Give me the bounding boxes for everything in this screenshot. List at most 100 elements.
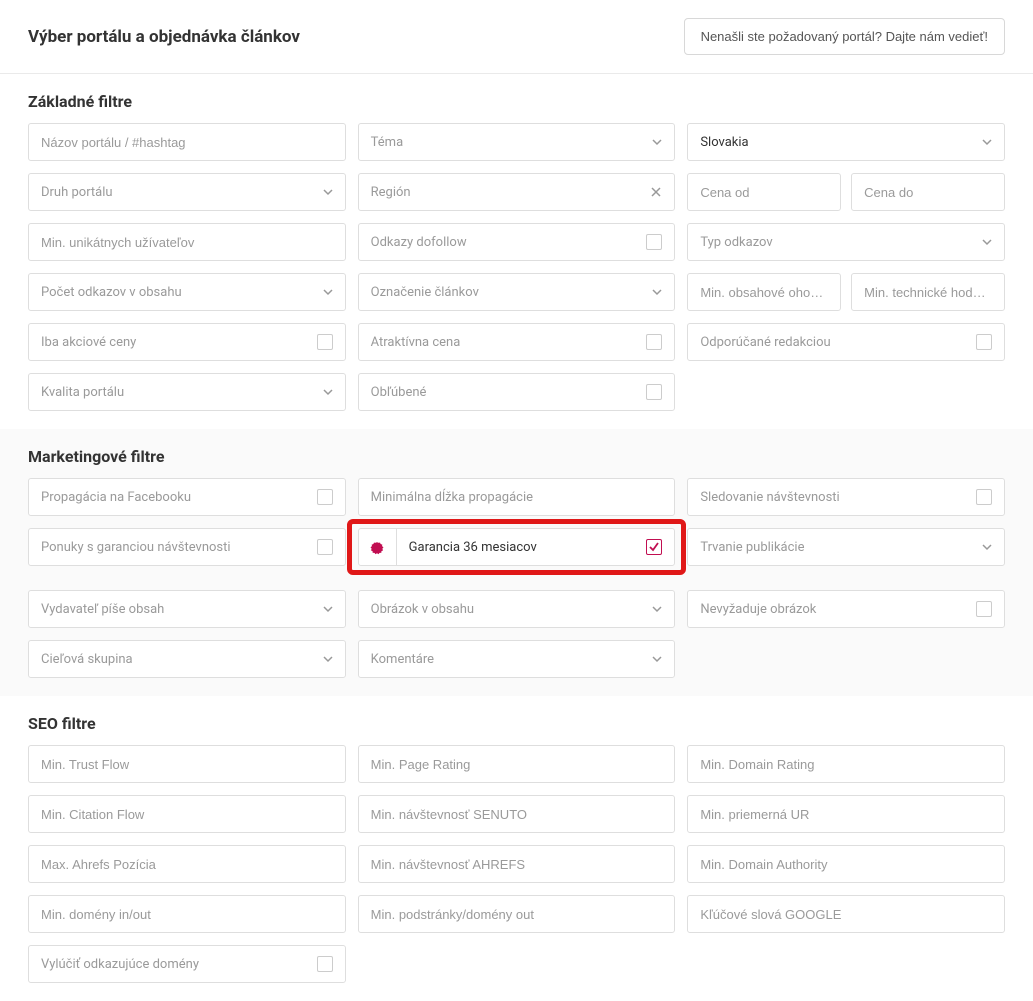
publisher-writes-select[interactable]: Vydavateľ píše obsah xyxy=(28,590,346,628)
min-pr-input[interactable] xyxy=(371,757,663,772)
min-dr-input-wrap[interactable] xyxy=(687,745,1005,783)
price-from-input-wrap[interactable] xyxy=(687,173,841,211)
seo-filters-section: SEO filtre Vylúčiť odkazujúce domény xyxy=(0,696,1033,1001)
fb-promo-toggle[interactable]: Propagácia na Facebooku xyxy=(28,478,346,516)
portal-type-select[interactable]: Druh portálu xyxy=(28,173,346,211)
min-senuto-input[interactable] xyxy=(371,807,663,822)
min-dr-input[interactable] xyxy=(700,757,992,772)
track-visits-toggle[interactable]: Sledovanie návštevnosti xyxy=(687,478,1005,516)
chevron-down-icon xyxy=(652,287,662,297)
min-unique-users-input[interactable] xyxy=(41,235,333,250)
checkbox-icon[interactable] xyxy=(646,334,662,350)
recommended-toggle[interactable]: Odporúčané redakciou xyxy=(687,323,1005,361)
min-da-input[interactable] xyxy=(700,857,992,872)
target-group-select[interactable]: Cieľová skupina xyxy=(28,640,346,678)
attractive-label: Atraktívna cena xyxy=(371,335,461,350)
link-count-select[interactable]: Počet odkazov v obsahu xyxy=(28,273,346,311)
portal-name-input[interactable] xyxy=(41,135,333,150)
target-group-label: Cieľová skupina xyxy=(41,652,133,667)
chevron-down-icon xyxy=(652,654,662,664)
min-tf-input-wrap[interactable] xyxy=(28,745,346,783)
close-icon[interactable] xyxy=(650,186,662,198)
region-select[interactable]: Región xyxy=(358,173,676,211)
badge-icon xyxy=(370,540,384,554)
google-kw-input[interactable] xyxy=(700,907,992,922)
article-mark-select[interactable]: Označenie článkov xyxy=(358,273,676,311)
link-count-label: Počet odkazov v obsahu xyxy=(41,285,182,300)
checkbox-icon[interactable] xyxy=(646,539,662,555)
min-unique-users-input-wrap[interactable] xyxy=(28,223,346,261)
region-label: Región xyxy=(371,185,411,200)
checkbox-icon[interactable] xyxy=(976,489,992,505)
checkbox-icon[interactable] xyxy=(317,489,333,505)
checkbox-icon[interactable] xyxy=(317,956,333,972)
checkbox-icon[interactable] xyxy=(976,334,992,350)
links-dofollow-toggle[interactable]: Odkazy dofollow xyxy=(358,223,676,261)
min-content-rating-input-wrap[interactable] xyxy=(687,273,841,311)
marketing-filters-title: Marketingové filtre xyxy=(28,447,1005,466)
min-cf-input-wrap[interactable] xyxy=(28,795,346,833)
google-kw-input-wrap[interactable] xyxy=(687,895,1005,933)
sale-only-toggle[interactable]: Iba akciové ceny xyxy=(28,323,346,361)
theme-label: Téma xyxy=(371,135,404,150)
exclude-domains-toggle[interactable]: Vylúčiť odkazujúce domény xyxy=(28,945,346,983)
pub-duration-select[interactable]: Trvanie publikácie xyxy=(687,528,1005,566)
theme-select[interactable]: Téma xyxy=(358,123,676,161)
price-to-input[interactable] xyxy=(864,185,992,200)
min-da-input-wrap[interactable] xyxy=(687,845,1005,883)
link-types-label: Typ odkazov xyxy=(700,235,772,250)
min-content-rating-input[interactable] xyxy=(700,285,828,300)
checkbox-icon[interactable] xyxy=(317,539,333,555)
links-dofollow-label: Odkazy dofollow xyxy=(371,235,467,250)
chevron-down-icon xyxy=(982,137,992,147)
page-title: Výber portálu a objednávka článkov xyxy=(28,27,300,47)
guarantee-36-highlight: Garancia 36 mesiacov xyxy=(347,519,687,575)
no-image-required-toggle[interactable]: Nevyžaduje obrázok xyxy=(687,590,1005,628)
min-tech-rating-input-wrap[interactable] xyxy=(851,273,1005,311)
price-to-input-wrap[interactable] xyxy=(851,173,1005,211)
min-ahrefs-visits-input-wrap[interactable] xyxy=(358,845,676,883)
min-pr-input-wrap[interactable] xyxy=(358,745,676,783)
checkbox-icon[interactable] xyxy=(646,234,662,250)
chevron-down-icon xyxy=(323,187,333,197)
min-cf-input[interactable] xyxy=(41,807,333,822)
min-subdom-input[interactable] xyxy=(371,907,663,922)
min-subdom-input-wrap[interactable] xyxy=(358,895,676,933)
portal-name-input-wrap[interactable] xyxy=(28,123,346,161)
country-select[interactable]: Slovakia xyxy=(687,123,1005,161)
chevron-down-icon xyxy=(652,604,662,614)
min-ur-input[interactable] xyxy=(700,807,992,822)
link-types-select[interactable]: Typ odkazov xyxy=(687,223,1005,261)
chevron-down-icon xyxy=(323,387,333,397)
min-dom-inout-input-wrap[interactable] xyxy=(28,895,346,933)
max-ahrefs-input-wrap[interactable] xyxy=(28,845,346,883)
min-dom-inout-input[interactable] xyxy=(41,907,333,922)
min-promo-length-select[interactable]: Minimálna dĺžka propagácie xyxy=(358,478,676,516)
attractive-toggle[interactable]: Atraktívna cena xyxy=(358,323,676,361)
guarantee-offers-label: Ponuky s garanciou návštevnosti xyxy=(41,540,231,555)
exclude-domains-label: Vylúčiť odkazujúce domény xyxy=(41,957,199,972)
fb-promo-label: Propagácia na Facebooku xyxy=(41,490,191,505)
comments-label: Komentáre xyxy=(371,652,434,667)
checkbox-icon[interactable] xyxy=(976,601,992,617)
guarantee-offers-toggle[interactable]: Ponuky s garanciou návštevnosti xyxy=(28,528,346,566)
image-in-content-select[interactable]: Obrázok v obsahu xyxy=(358,590,676,628)
seo-filters-title: SEO filtre xyxy=(28,714,1005,733)
chevron-down-icon xyxy=(652,137,662,147)
min-ahrefs-visits-input[interactable] xyxy=(371,857,663,872)
popular-toggle[interactable]: Obľúbené xyxy=(358,373,676,411)
missing-portal-button[interactable]: Nenašli ste požadovaný portál? Dajte nám… xyxy=(684,18,1005,55)
price-from-input[interactable] xyxy=(700,185,828,200)
guarantee-36-toggle[interactable]: Garancia 36 mesiacov xyxy=(358,528,676,566)
sale-only-label: Iba akciové ceny xyxy=(41,335,136,350)
comments-select[interactable]: Komentáre xyxy=(358,640,676,678)
checkbox-icon[interactable] xyxy=(646,384,662,400)
checkbox-icon[interactable] xyxy=(317,334,333,350)
min-tech-rating-input[interactable] xyxy=(864,285,992,300)
min-senuto-input-wrap[interactable] xyxy=(358,795,676,833)
quality-select[interactable]: Kvalita portálu xyxy=(28,373,346,411)
min-tf-input[interactable] xyxy=(41,757,333,772)
max-ahrefs-input[interactable] xyxy=(41,857,333,872)
min-ur-input-wrap[interactable] xyxy=(687,795,1005,833)
badge-icon-cell xyxy=(359,529,397,565)
